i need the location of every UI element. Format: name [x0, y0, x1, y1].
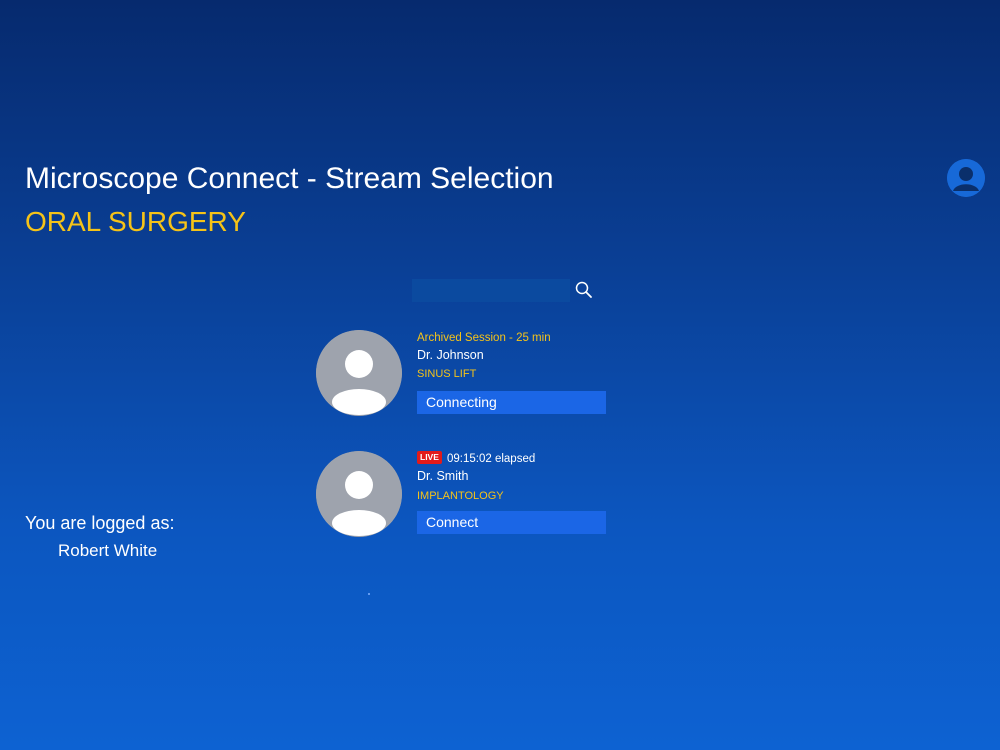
search-icon: [575, 281, 592, 298]
department-subtitle: ORAL SURGERY: [25, 206, 246, 237]
connect-button[interactable]: Connect: [417, 511, 606, 534]
search-button[interactable]: [573, 279, 595, 301]
user-profile-button[interactable]: [947, 159, 985, 197]
logged-in-label: You are logged as:: [25, 513, 175, 533]
doctor-name: Dr. Smith: [417, 469, 469, 483]
default-avatar-icon: [316, 330, 402, 416]
elapsed-time: 09:15:02 elapsed: [447, 453, 536, 465]
procedure-label: SINUS LIFT: [417, 368, 477, 380]
live-badge: LIVE: [417, 451, 442, 464]
session-status: Archived Session - 25 min: [417, 332, 551, 344]
logged-in-user-name: Robert White: [58, 541, 158, 560]
doctor-name: Dr. Johnson: [417, 348, 484, 362]
user-profile-icon: [947, 159, 985, 197]
procedure-label: IMPLANTOLOGY: [417, 490, 504, 502]
search-input[interactable]: [412, 279, 570, 302]
doctor-avatar: [316, 330, 402, 416]
default-avatar-icon: [316, 451, 402, 537]
doctor-avatar: [316, 451, 402, 537]
cursor-mark: [368, 593, 370, 595]
page-title: Microscope Connect - Stream Selection: [25, 162, 554, 195]
connecting-button[interactable]: Connecting: [417, 391, 606, 414]
